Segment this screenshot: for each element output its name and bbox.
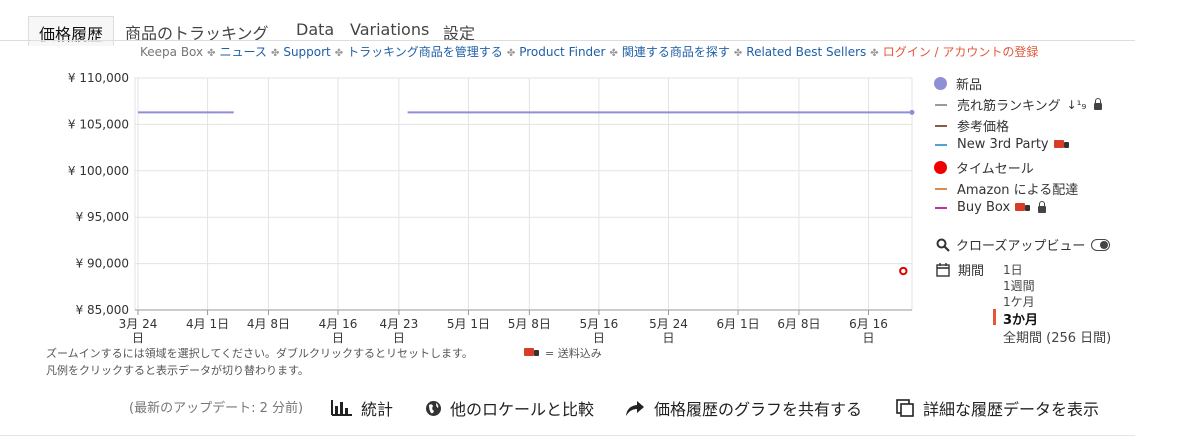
legend-label: Amazon による配達 — [957, 183, 1079, 198]
legend-label: 参考価格 — [957, 120, 1010, 135]
x-tick-label: 5月 24 — [649, 317, 688, 331]
legend-line-icon — [935, 206, 947, 209]
period-label: 期間 — [958, 264, 985, 279]
legend-item-fba[interactable]: Amazon による配達 — [934, 179, 1078, 198]
statistics-label: 統計 — [361, 400, 394, 419]
legend-label: 売れ筋ランキング — [957, 99, 1061, 114]
shipping-hint: = 送料込み — [524, 345, 602, 361]
legend-label: タイムセール — [956, 162, 1034, 177]
y-tick-label: ¥ 85,000 — [76, 303, 129, 317]
legend-line-icon — [935, 143, 947, 146]
bottom-divider — [0, 435, 1135, 436]
period-selected-marker — [993, 309, 996, 325]
compare-label: 他のロケールと比較 — [450, 400, 595, 419]
period-option-1month[interactable]: 1ケ月 — [1003, 293, 1035, 310]
truck-icon — [1053, 139, 1069, 150]
zoom-hint: ズームインするには領域を選択してください。ダブルクリックするとリセットします。 — [46, 347, 473, 360]
period-option-3months[interactable]: 3か月 — [1003, 309, 1038, 328]
period-heading: 期間 — [936, 260, 984, 279]
y-tick-label: ¥ 110,000 — [68, 71, 129, 85]
x-tick-label: 6月 8日 — [777, 317, 820, 331]
legend-line-icon — [935, 124, 947, 127]
legend-label: New 3rd Party — [957, 137, 1049, 152]
detailed-history-button[interactable]: 詳細な履歴データを表示 — [896, 396, 1099, 420]
series-end-point — [909, 109, 915, 115]
share-label: 価格履歴のグラフを共有する — [654, 400, 863, 419]
compare-locales-button[interactable]: 他のロケールと比較 — [425, 396, 594, 420]
chart-series — [138, 109, 915, 276]
legend-item-new[interactable]: 新品 — [934, 74, 982, 93]
legend-item-new-3rd-party[interactable]: New 3rd Party — [934, 137, 1069, 152]
legend-label: Buy Box — [957, 200, 1011, 215]
sort-icon: ↓¹₉ — [1066, 97, 1087, 112]
x-tick-label: 日 — [332, 331, 344, 345]
statistics-button[interactable]: 統計 — [331, 396, 393, 420]
y-tick-label: ¥ 100,000 — [68, 164, 129, 178]
x-tick-label: 4月 16 — [319, 317, 358, 331]
x-tick-label: 4月 1日 — [186, 317, 229, 331]
lock-icon — [1038, 201, 1047, 213]
x-tick-label: 日 — [662, 331, 674, 345]
closeup-label: クローズアップビュー — [956, 239, 1086, 254]
period-option-1week[interactable]: 1週間 — [1003, 277, 1035, 294]
search-icon — [936, 238, 950, 252]
globe-icon — [426, 400, 441, 416]
truck-icon — [1015, 202, 1031, 213]
period-option-all[interactable]: 全期間 (256 日間) — [1003, 327, 1111, 346]
legend-item-sales-rank[interactable]: 売れ筋ランキング ↓¹₉ — [934, 95, 1103, 114]
bar-chart-icon — [331, 400, 352, 416]
truck-icon — [524, 348, 539, 358]
x-tick-label: 5月 1日 — [447, 317, 490, 331]
x-tick-label: 日 — [863, 331, 875, 345]
y-tick-label: ¥ 95,000 — [76, 210, 129, 224]
shipping-hint-label: = 送料込み — [545, 347, 602, 360]
x-tick-label: 6月 1日 — [717, 317, 760, 331]
lightning-deal-point — [899, 266, 908, 276]
legend-click-hint: 凡例をクリックすると表示データが切り替わります。 — [46, 364, 309, 377]
x-tick-label: 5月 16 — [580, 317, 619, 331]
x-axis-ticks: 3月 24日4月 1日 4月 8日 4月 16日4月 23日5月 1日 5月 8日 5月… — [119, 309, 912, 345]
x-tick-label: 5月 8日 — [508, 317, 551, 331]
legend-item-list-price[interactable]: 参考価格 — [934, 116, 1009, 135]
copy-icon — [896, 399, 914, 417]
y-axis-ticks: ¥ 110,000 ¥ 105,000 ¥ 100,000 ¥ 95,000 ¥ 90,… — [68, 71, 129, 317]
toggle-icon[interactable] — [1091, 238, 1111, 251]
last-updated: (最新のアップデート: 2 分前) — [129, 401, 304, 416]
closeup-view-toggle[interactable]: クローズアップビュー — [936, 235, 1111, 254]
x-tick-label: 日 — [393, 331, 405, 345]
x-tick-label: 3月 24 — [119, 317, 158, 331]
x-tick-label: 6月 16 — [849, 317, 888, 331]
legend-dot-icon — [934, 161, 947, 174]
x-tick-label: 4月 8日 — [247, 317, 290, 331]
legend-dot-icon — [934, 77, 947, 90]
period-option-1day[interactable]: 1日 — [1003, 261, 1023, 278]
share-icon — [626, 400, 644, 416]
x-tick-label: 日 — [132, 331, 144, 345]
calendar-icon — [936, 262, 950, 277]
x-tick-label: 日 — [593, 331, 605, 345]
legend-label: 新品 — [956, 78, 983, 93]
share-graph-button[interactable]: 価格履歴のグラフを共有する — [625, 396, 862, 420]
y-tick-label: ¥ 90,000 — [76, 257, 129, 271]
x-tick-label: 4月 23 — [380, 317, 419, 331]
legend-line-icon — [935, 103, 947, 106]
details-label: 詳細な履歴データを表示 — [923, 400, 1100, 419]
legend-item-buy-box[interactable]: Buy Box — [934, 200, 1047, 215]
legend-item-lightning-deal[interactable]: タイムセール — [934, 158, 1034, 177]
lock-icon — [1094, 98, 1103, 110]
y-tick-label: ¥ 105,000 — [68, 117, 129, 131]
legend-line-icon — [935, 187, 947, 190]
